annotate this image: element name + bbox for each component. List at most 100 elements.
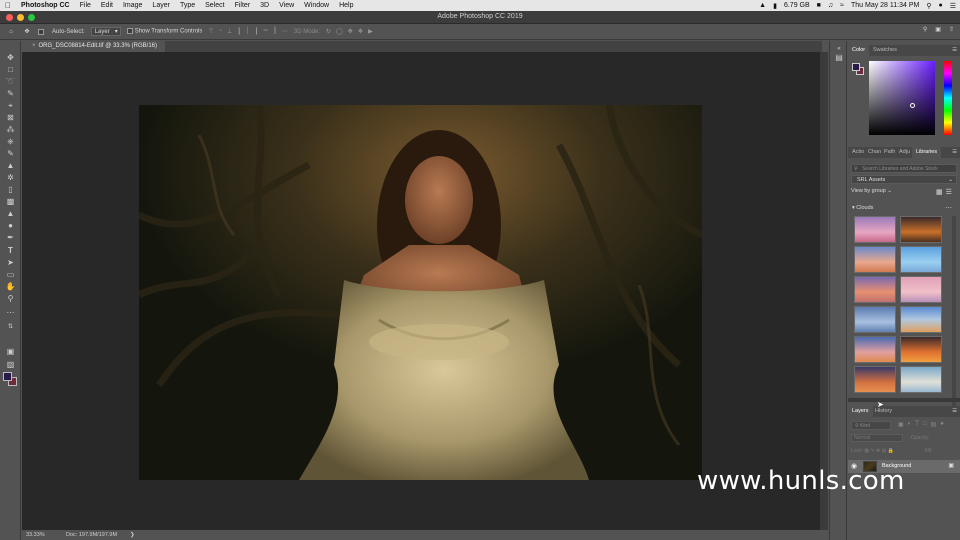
distribute-icon[interactable]: ═ <box>263 28 267 35</box>
layers-panel-menu-icon[interactable]: ☰ <box>952 406 957 417</box>
hdd-icon[interactable]: ■ <box>817 2 821 9</box>
libraries-scrollbar[interactable] <box>952 216 956 406</box>
canvas-vertical-scrollbar[interactable] <box>820 52 828 530</box>
menu-edit[interactable]: Edit <box>96 2 118 9</box>
menu-layer[interactable]: Layer <box>147 2 175 9</box>
panel-foreground-swatch[interactable] <box>852 63 860 71</box>
zoom-level[interactable]: 33.33% <box>26 530 45 540</box>
cloud-thumbnail[interactable] <box>900 276 942 303</box>
menu-window[interactable]: Window <box>299 2 334 9</box>
menu-file[interactable]: File <box>75 2 96 9</box>
move-tool-icon[interactable]: ✥ <box>5 53 16 63</box>
menu-help[interactable]: Help <box>334 2 358 9</box>
blur-tool-icon[interactable]: ▲ <box>5 209 16 219</box>
notification-list-icon[interactable]: ☰ <box>950 2 956 10</box>
3d-slide-icon[interactable]: ❖ <box>358 28 363 35</box>
group-menu-icon[interactable]: ⋯ <box>945 204 952 212</box>
canvas-area[interactable] <box>22 52 820 530</box>
clone-stamp-tool-icon[interactable]: ▲ <box>5 161 16 171</box>
pixel-filter-icon[interactable]: ▣ <box>898 421 904 428</box>
close-tab-icon[interactable]: × <box>32 43 36 49</box>
more-align-icon[interactable]: ⋯ <box>282 28 288 35</box>
status-menu-arrow-icon[interactable]: ❯ <box>130 530 135 540</box>
gradient-tool-icon[interactable]: ▩ <box>5 197 16 207</box>
path-selection-tool-icon[interactable]: ➤ <box>5 258 16 268</box>
distribute-horizontal-icon[interactable]: ║ <box>273 28 277 35</box>
quick-mask-icon[interactable]: ▣ <box>5 347 16 357</box>
home-icon[interactable]: ⌂ <box>6 27 16 37</box>
volume-icon[interactable]: ♫ <box>828 2 833 9</box>
align-middle-icon[interactable]: − <box>219 28 223 35</box>
cloud-thumbnail[interactable] <box>854 216 896 243</box>
properties-panel-icon[interactable]: ▤ <box>834 53 844 63</box>
brush-tool-icon[interactable]: ✎ <box>5 149 16 159</box>
eyedropper-tool-icon[interactable]: ⁂ <box>5 125 16 135</box>
menu-app-name[interactable]: Photoshop CC <box>16 2 75 9</box>
rectangle-tool-icon[interactable]: ▭ <box>5 270 16 280</box>
layer-filter-select[interactable]: ⚲ Kind <box>851 421 891 430</box>
cloud-thumbnail[interactable] <box>854 336 896 363</box>
tab-channels[interactable]: Chan <box>868 147 881 158</box>
auto-select-checkbox[interactable] <box>38 28 44 35</box>
group-header-clouds[interactable]: ▾ Clouds <box>852 205 873 211</box>
share-icon[interactable]: ⇧ <box>949 26 954 33</box>
marquee-tool-icon[interactable]: □ <box>5 65 16 75</box>
history-brush-tool-icon[interactable]: ✲ <box>5 173 16 183</box>
frame-tool-icon[interactable]: ⊠ <box>5 113 16 123</box>
tab-swatches[interactable]: Swatches <box>873 45 897 56</box>
smart-object-filter-icon[interactable]: ▤ <box>931 421 937 428</box>
dropbox-icon[interactable]: ▲ <box>759 2 766 9</box>
menu-image[interactable]: Image <box>118 2 147 9</box>
grid-view-icon[interactable]: ▦ <box>936 188 943 196</box>
color-panel-menu-icon[interactable]: ☰ <box>952 45 957 56</box>
blend-mode-select[interactable]: Normal <box>851 434 903 442</box>
cloud-thumbnail[interactable] <box>854 306 896 333</box>
library-select[interactable]: SRL Assets ⌄ <box>851 175 957 184</box>
tab-paths[interactable]: Path <box>884 147 895 158</box>
screen-mode-icon[interactable]: ▧ <box>5 360 16 370</box>
cloud-thumbnail[interactable] <box>900 216 942 243</box>
lock-icons[interactable]: ▦ ✎ ✥ ▤ 🔒 <box>864 448 894 454</box>
lock-icon[interactable]: ▣ <box>948 462 954 469</box>
menu-select[interactable]: Select <box>200 2 229 9</box>
tab-color[interactable]: Color <box>848 45 870 56</box>
menu-3d[interactable]: 3D <box>255 2 274 9</box>
align-bottom-icon[interactable]: ⊥ <box>227 28 232 35</box>
3d-scale-icon[interactable]: ▶ <box>368 28 373 35</box>
shape-filter-icon[interactable]: □ <box>923 421 927 428</box>
tab-layers[interactable]: Layers <box>848 406 873 417</box>
align-left-icon[interactable]: ┃ <box>237 28 241 35</box>
type-tool-icon[interactable]: T <box>5 246 16 256</box>
document-photo[interactable] <box>139 105 702 480</box>
view-by-dropdown[interactable]: View by group ⌄ <box>851 188 892 194</box>
menu-filter[interactable]: Filter <box>230 2 256 9</box>
transform-controls-checkbox[interactable] <box>126 28 133 35</box>
tab-libraries[interactable]: Libraries <box>912 147 942 158</box>
3d-roll-icon[interactable]: ◯ <box>336 28 343 35</box>
panel-divider[interactable] <box>848 398 960 402</box>
foreground-color-swatch[interactable] <box>3 372 12 381</box>
edit-toolbar-icon[interactable]: ⋯ <box>5 308 16 318</box>
spotlight-search-icon[interactable]: ⚲ <box>926 2 931 10</box>
menu-view[interactable]: View <box>274 2 299 9</box>
search-icon[interactable]: ⚲ <box>923 26 927 33</box>
libraries-panel-menu-icon[interactable]: ☰ <box>952 147 957 158</box>
cloud-thumbnail[interactable] <box>854 366 896 393</box>
hue-slider[interactable] <box>944 61 952 135</box>
color-field[interactable] <box>869 61 935 135</box>
quick-select-tool-icon[interactable]: ✎ <box>5 89 16 99</box>
filter-toggle-icon[interactable]: ● <box>940 421 944 428</box>
workspace-icon[interactable]: ▣ <box>935 26 941 33</box>
move-tool-preset-icon[interactable]: ✥ <box>22 27 32 37</box>
wifi-icon[interactable]: ≈ <box>840 2 844 9</box>
tab-adjustments[interactable]: Adju <box>899 147 910 158</box>
lasso-tool-icon[interactable]: ➰ <box>5 77 16 87</box>
auto-select-dropdown[interactable]: Layer <box>90 27 121 36</box>
swap-colors-icon[interactable]: ⇅ <box>5 322 16 332</box>
crop-tool-icon[interactable]: ⌖ <box>5 101 16 111</box>
align-center-icon[interactable]: │ <box>246 28 250 35</box>
cloud-thumbnail[interactable] <box>900 336 942 363</box>
align-right-icon[interactable]: ┃ <box>255 28 259 35</box>
hand-tool-icon[interactable]: ✋ <box>5 282 16 292</box>
list-view-icon[interactable]: ☰ <box>946 188 952 196</box>
